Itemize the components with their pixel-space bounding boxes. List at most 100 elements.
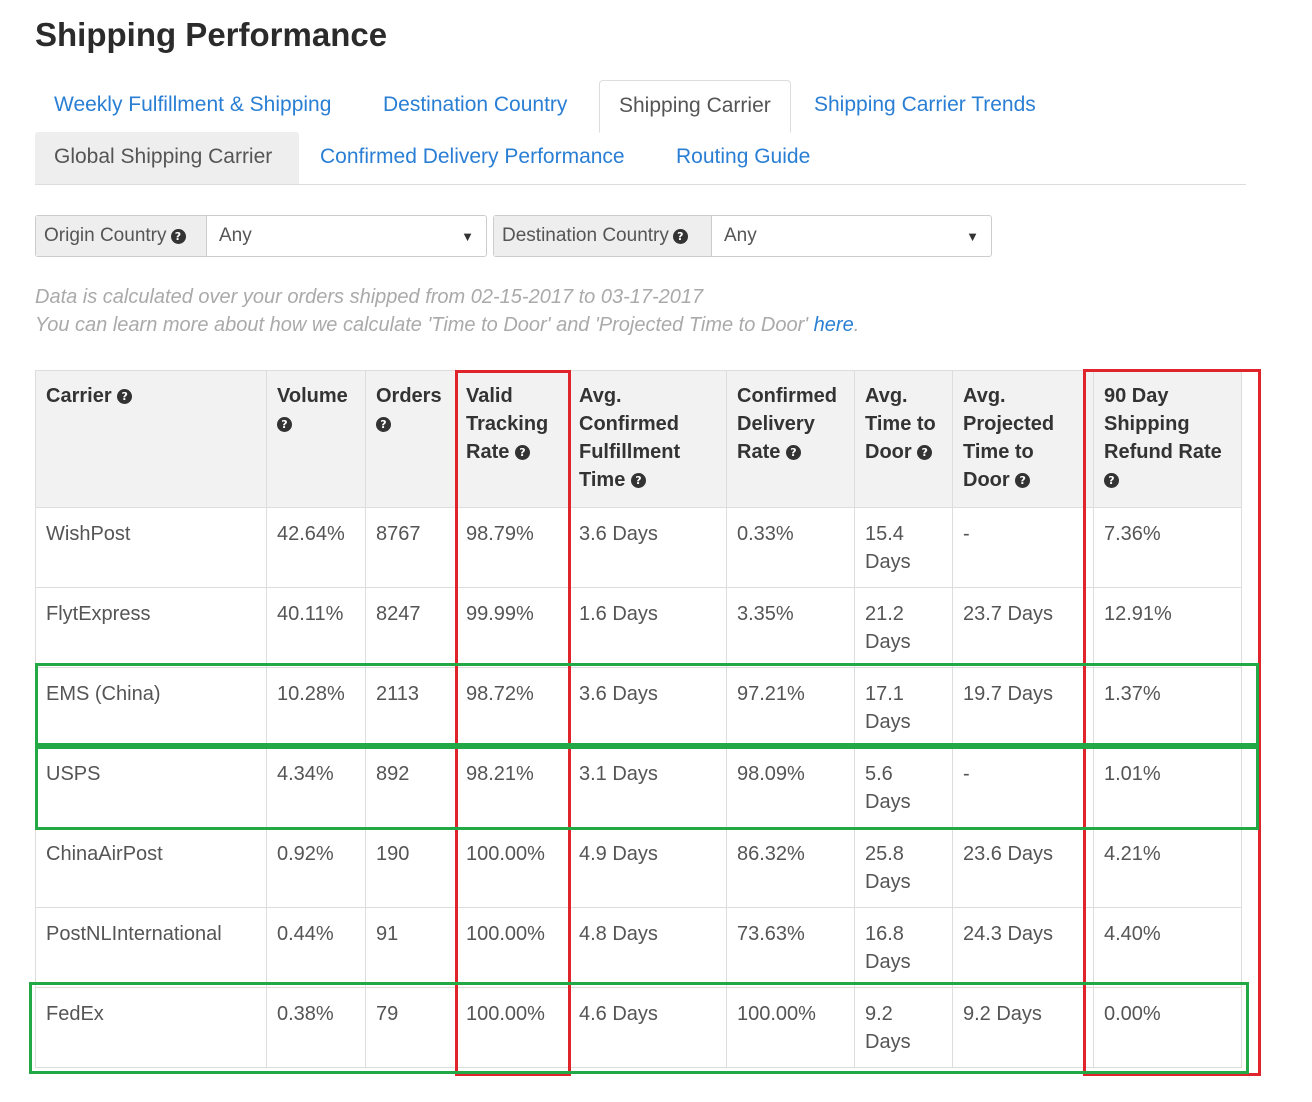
table-cell: 3.6 Days bbox=[568, 667, 727, 748]
caret-down-icon: ▼ bbox=[966, 228, 979, 244]
question-circle-icon[interactable]: ? bbox=[170, 228, 186, 244]
tab-global-shipping-carrier[interactable]: Global Shipping Carrier bbox=[35, 132, 299, 184]
table-cell: 1.37% bbox=[1093, 667, 1242, 748]
table-cell: 23.7 Days bbox=[952, 587, 1094, 668]
table-cell: 99.99% bbox=[455, 587, 569, 668]
table-cell: 98.21% bbox=[455, 747, 569, 828]
table-cell: 16.8 Days bbox=[854, 907, 953, 988]
tab-confirmed-delivery-performance[interactable]: Confirmed Delivery Performance bbox=[301, 132, 644, 184]
column-header: Valid Tracking Rate ? bbox=[455, 370, 569, 508]
caret-down-icon: ▼ bbox=[461, 228, 474, 244]
column-header-label: Avg. Confirmed Fulfillment Time bbox=[579, 385, 681, 491]
table-cell: 4.40% bbox=[1093, 907, 1242, 988]
table-cell: 25.8 Days bbox=[854, 827, 953, 908]
table-cell: 19.7 Days bbox=[952, 667, 1094, 748]
column-header: Orders ? bbox=[365, 370, 456, 508]
table-cell: 100.00% bbox=[455, 987, 569, 1068]
info-learn-more-text: You can learn more about how we calculat… bbox=[35, 314, 814, 336]
tab-destination-country[interactable]: Destination Country bbox=[364, 80, 586, 132]
table-cell: 100.00% bbox=[455, 907, 569, 988]
table-cell: FlytExpress bbox=[35, 587, 267, 668]
table-cell: 4.8 Days bbox=[568, 907, 727, 988]
tab-shipping-carrier[interactable]: Shipping Carrier bbox=[599, 80, 791, 133]
column-header: Avg. Confirmed Fulfillment Time ? bbox=[568, 370, 727, 508]
table-cell: 40.11% bbox=[266, 587, 366, 668]
table-row: PostNLInternational 0.44% 91 100.00% 4.8 Day… bbox=[35, 907, 1242, 988]
column-header-label: Avg. Projected Time to Door bbox=[963, 385, 1055, 491]
tab-shipping-carrier-trends[interactable]: Shipping Carrier Trends bbox=[795, 80, 1055, 132]
table-cell: - bbox=[952, 507, 1094, 588]
table-row: ChinaAirPost 0.92% 190 100.00% 4.9 Days 86.32… bbox=[35, 827, 1242, 908]
origin-country-label-text: Origin Country bbox=[44, 225, 167, 246]
table-cell: 4.21% bbox=[1093, 827, 1242, 908]
question-circle-icon[interactable]: ? bbox=[117, 389, 133, 405]
table-cell: 98.72% bbox=[455, 667, 569, 748]
column-header-label: Volume bbox=[277, 385, 348, 407]
table-row: USPS 4.34% 892 98.21% 3.1 Days 98.09% 5.6 Days… bbox=[35, 747, 1242, 828]
table-cell: 4.34% bbox=[266, 747, 366, 828]
table-cell: 0.44% bbox=[266, 907, 366, 988]
tabs-divider bbox=[35, 184, 1246, 185]
question-circle-icon[interactable]: ? bbox=[1104, 473, 1119, 489]
column-header-label: Carrier bbox=[46, 385, 112, 407]
column-header: Confirmed Delivery Rate ? bbox=[726, 370, 855, 508]
table-cell: EMS (China) bbox=[35, 667, 267, 748]
info-learn-more-suffix: . bbox=[853, 314, 860, 336]
carrier-table-wrapper: Carrier ? Volume ? Orders ? Valid Tracking … bbox=[35, 370, 1242, 1068]
table-cell: 3.35% bbox=[726, 587, 855, 668]
destination-country-select[interactable]: Any ▼ bbox=[712, 216, 991, 256]
column-header: Avg. Time to Door ? bbox=[854, 370, 953, 508]
column-header: Volume ? bbox=[266, 370, 366, 508]
table-cell: 4.6 Days bbox=[568, 987, 727, 1068]
origin-country-filter: Origin Country? Any ▼ bbox=[35, 215, 487, 257]
question-circle-icon[interactable]: ? bbox=[1015, 473, 1031, 489]
table-cell: - bbox=[952, 747, 1094, 828]
table-cell: 21.2 Days bbox=[854, 587, 953, 668]
origin-country-select[interactable]: Any ▼ bbox=[207, 216, 486, 256]
question-circle-icon[interactable]: ? bbox=[917, 445, 933, 461]
table-cell: ChinaAirPost bbox=[35, 827, 267, 908]
table-cell: 100.00% bbox=[726, 987, 855, 1068]
column-header-label: Valid Tracking Rate bbox=[466, 385, 549, 463]
column-header: 90 Day Shipping Refund Rate ? bbox=[1093, 370, 1242, 508]
tab-weekly-fulfillment[interactable]: Weekly Fulfillment & Shipping bbox=[35, 80, 350, 132]
origin-country-label: Origin Country? bbox=[36, 216, 207, 256]
column-header: Carrier ? bbox=[35, 370, 267, 508]
table-cell: 86.32% bbox=[726, 827, 855, 908]
destination-country-label-text: Destination Country bbox=[502, 225, 669, 246]
table-cell: 0.00% bbox=[1093, 987, 1242, 1068]
destination-country-label: Destination Country? bbox=[494, 216, 712, 256]
table-cell: 3.1 Days bbox=[568, 747, 727, 828]
table-cell: 100.00% bbox=[455, 827, 569, 908]
table-row: FedEx 0.38% 79 100.00% 4.6 Days 100.00% 9.2 Da… bbox=[35, 987, 1242, 1068]
page-title: Shipping Performance bbox=[35, 16, 388, 53]
table-cell: WishPost bbox=[35, 507, 267, 588]
tab-routing-guide[interactable]: Routing Guide bbox=[657, 132, 829, 184]
question-circle-icon[interactable]: ? bbox=[672, 228, 688, 244]
table-cell: 98.09% bbox=[726, 747, 855, 828]
table-row: FlytExpress 40.11% 8247 99.99% 1.6 Days 3.35%… bbox=[35, 587, 1242, 668]
column-header-label: Orders bbox=[376, 385, 442, 407]
table-cell: 3.6 Days bbox=[568, 507, 727, 588]
question-circle-icon[interactable]: ? bbox=[514, 445, 530, 461]
table-cell: 190 bbox=[365, 827, 456, 908]
column-header-label: 90 Day Shipping Refund Rate bbox=[1104, 385, 1222, 463]
table-cell: 0.38% bbox=[266, 987, 366, 1068]
table-cell: 5.6 Days bbox=[854, 747, 953, 828]
table-cell: 4.9 Days bbox=[568, 827, 727, 908]
table-cell: 8247 bbox=[365, 587, 456, 668]
question-circle-icon[interactable]: ? bbox=[630, 473, 646, 489]
table-cell: 42.64% bbox=[266, 507, 366, 588]
destination-country-value: Any bbox=[724, 225, 757, 246]
question-circle-icon[interactable]: ? bbox=[277, 417, 292, 433]
table-cell: FedEx bbox=[35, 987, 267, 1068]
table-cell: 23.6 Days bbox=[952, 827, 1094, 908]
table-cell: 73.63% bbox=[726, 907, 855, 988]
learn-more-link[interactable]: here bbox=[814, 314, 854, 336]
table-header-row: Carrier ? Volume ? Orders ? Valid Tracking … bbox=[35, 370, 1242, 508]
question-circle-icon[interactable]: ? bbox=[785, 445, 801, 461]
info-date-range: Data is calculated over your orders ship… bbox=[35, 286, 704, 308]
info-learn-more: You can learn more about how we calculat… bbox=[35, 314, 859, 337]
question-circle-icon[interactable]: ? bbox=[376, 417, 391, 433]
table-cell: 17.1 Days bbox=[854, 667, 953, 748]
